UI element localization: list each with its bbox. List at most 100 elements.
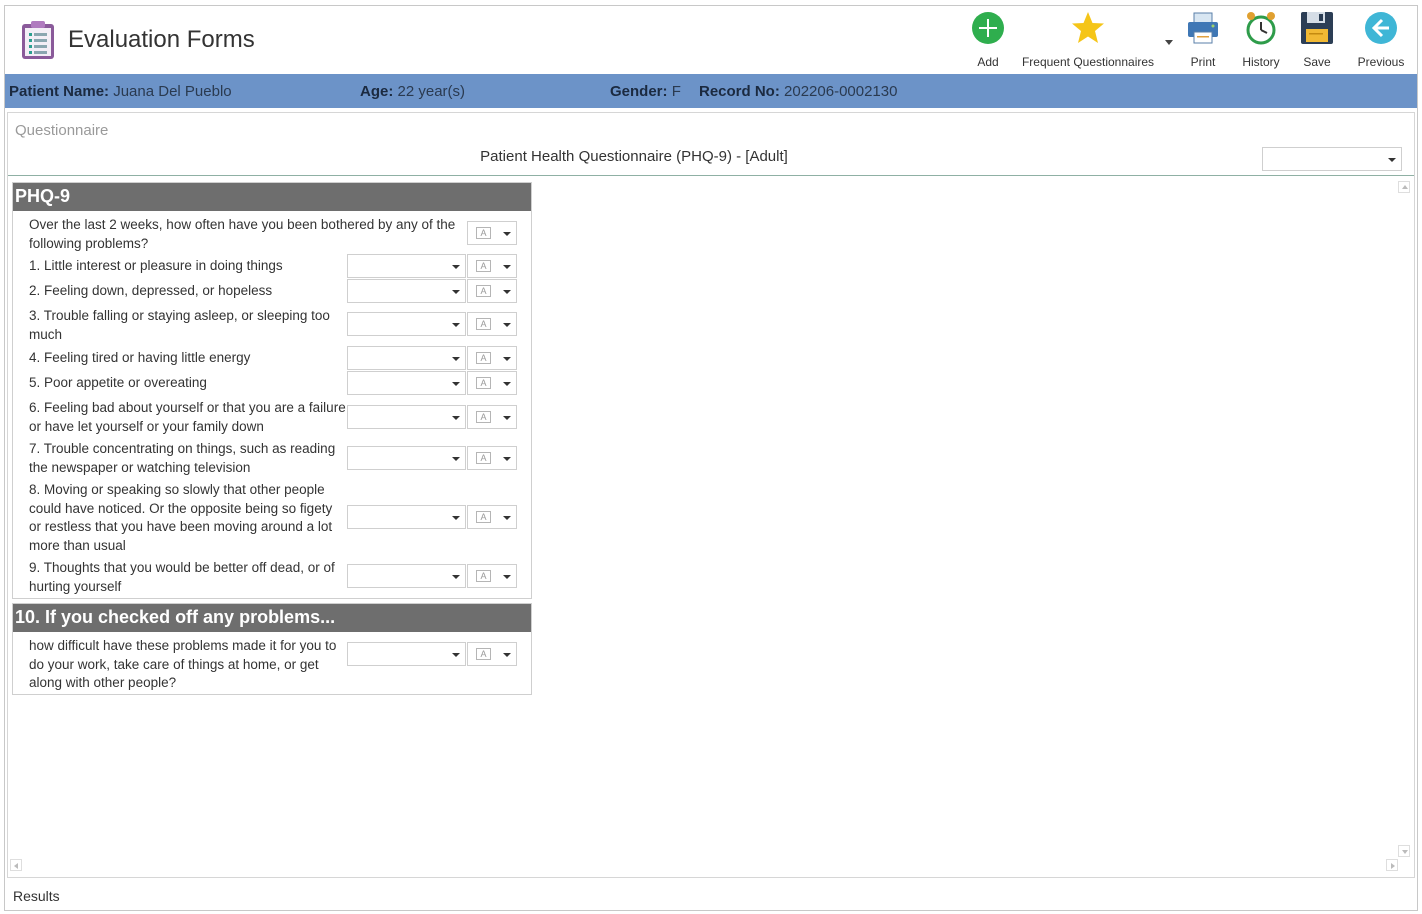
- question-text: 6. Feeling bad about yourself or that yo…: [29, 400, 346, 434]
- chevron-down-icon: [503, 653, 511, 657]
- frequent-questionnaires-button[interactable]: Frequent Questionnaires: [1017, 6, 1159, 74]
- history-button[interactable]: History: [1233, 6, 1289, 74]
- note-dropdown[interactable]: A: [467, 279, 517, 303]
- form-title: Patient Health Questionnaire (PHQ-9) - […: [480, 148, 788, 165]
- note-dropdown[interactable]: A: [467, 346, 517, 370]
- text-note-icon: A: [476, 285, 491, 297]
- note-dropdown[interactable]: A: [467, 221, 517, 245]
- chevron-down-icon: [503, 516, 511, 520]
- note-dropdown[interactable]: A: [467, 446, 517, 470]
- chevron-down-icon: [452, 516, 460, 520]
- text-note-icon: A: [476, 511, 491, 523]
- text-note-icon: A: [476, 648, 491, 660]
- scroll-left-button[interactable]: [10, 859, 22, 871]
- text-note-icon: A: [476, 377, 491, 389]
- history-label: History: [1242, 55, 1280, 69]
- note-dropdown[interactable]: A: [467, 642, 517, 666]
- chevron-down-icon: [452, 653, 460, 657]
- note-dropdown[interactable]: A: [467, 254, 517, 278]
- chevron-down-icon: [1388, 158, 1396, 162]
- patient-record-value: 202206-0002130: [784, 83, 898, 100]
- printer-icon: [1188, 12, 1218, 44]
- patient-name-field: Patient Name: Juana Del Pueblo: [9, 83, 232, 100]
- horizontal-scrollbar[interactable]: [10, 859, 1398, 873]
- scroll-right-button[interactable]: [1386, 859, 1398, 871]
- text-note-icon: A: [476, 411, 491, 423]
- add-label: Add: [977, 55, 999, 69]
- add-icon: [972, 12, 1004, 44]
- question-text: 3. Trouble falling or staying asleep, or…: [29, 308, 330, 342]
- answer-dropdown[interactable]: [347, 254, 466, 278]
- scroll-down-button[interactable]: [1398, 845, 1410, 857]
- clipboard-icon: [22, 21, 54, 59]
- answer-dropdown[interactable]: [347, 312, 466, 336]
- question-text: Over the last 2 weeks, how often have yo…: [29, 217, 456, 251]
- patient-record-label: Record No:: [699, 83, 780, 100]
- save-button[interactable]: Save: [1293, 6, 1341, 74]
- section-caption: Questionnaire: [15, 122, 109, 139]
- chevron-down-icon: [503, 357, 511, 361]
- question-text: 1. Little interest or pleasure in doing …: [29, 258, 283, 273]
- answer-dropdown[interactable]: [347, 346, 466, 370]
- patient-gender-label: Gender:: [610, 83, 668, 100]
- text-note-icon: A: [476, 352, 491, 364]
- question-text: 5. Poor appetite or overeating: [29, 375, 207, 390]
- chevron-down-icon: [452, 457, 460, 461]
- text-note-icon: A: [476, 452, 491, 464]
- patient-age-label: Age:: [360, 83, 394, 100]
- previous-button[interactable]: Previous: [1351, 6, 1411, 74]
- answer-dropdown[interactable]: [347, 564, 466, 588]
- note-dropdown[interactable]: A: [467, 405, 517, 429]
- patient-name-label: Patient Name:: [9, 83, 110, 100]
- chevron-down-icon: [503, 265, 511, 269]
- chevron-down-icon: [452, 265, 460, 269]
- chevron-down-icon: [503, 323, 511, 327]
- answer-dropdown[interactable]: [347, 371, 466, 395]
- frequent-questionnaires-label: Frequent Questionnaires: [1021, 55, 1155, 69]
- phq9-group: PHQ-9 Over the last 2 weeks, how often h…: [12, 182, 532, 599]
- answer-dropdown[interactable]: [347, 279, 466, 303]
- frequent-dropdown-chevron-down-icon[interactable]: [1165, 40, 1173, 45]
- chevron-down-icon: [452, 416, 460, 420]
- answer-dropdown[interactable]: [347, 405, 466, 429]
- app-title: Evaluation Forms: [68, 26, 255, 53]
- star-icon: [1072, 12, 1104, 43]
- text-note-icon: A: [476, 260, 491, 272]
- text-note-icon: A: [476, 227, 491, 239]
- print-button[interactable]: Print: [1177, 6, 1229, 74]
- patient-age-field: Age: 22 year(s): [360, 83, 465, 100]
- patient-info-bar: Patient Name: Juana Del Pueblo Age: 22 y…: [5, 74, 1417, 108]
- chevron-down-icon: [452, 575, 460, 579]
- chevron-down-icon: [503, 382, 511, 386]
- vertical-scrollbar[interactable]: [1398, 181, 1410, 857]
- questionnaire-select[interactable]: [1262, 147, 1402, 171]
- note-dropdown[interactable]: A: [467, 312, 517, 336]
- results-tab[interactable]: Results: [13, 888, 60, 904]
- question-text: 2. Feeling down, depressed, or hopeless: [29, 283, 273, 298]
- add-button[interactable]: Add: [958, 6, 1018, 74]
- answer-dropdown[interactable]: [347, 642, 466, 666]
- save-label: Save: [1303, 55, 1331, 69]
- group-header: PHQ-9: [13, 183, 531, 211]
- print-label: Print: [1190, 55, 1216, 69]
- arrow-left-icon: [1365, 12, 1397, 44]
- scroll-up-button[interactable]: [1398, 181, 1410, 193]
- question-text: 4. Feeling tired or having little energy: [29, 350, 251, 365]
- chevron-down-icon: [503, 416, 511, 420]
- note-dropdown[interactable]: A: [467, 564, 517, 588]
- question-text: 8. Moving or speaking so slowly that oth…: [29, 482, 333, 553]
- note-dropdown[interactable]: A: [467, 371, 517, 395]
- chevron-down-icon: [452, 357, 460, 361]
- chevron-down-icon: [452, 323, 460, 327]
- answer-dropdown[interactable]: [347, 446, 466, 470]
- chevron-down-icon: [452, 382, 460, 386]
- title-divider: [8, 175, 1414, 176]
- question-text: how difficult have these problems made i…: [29, 638, 337, 690]
- answer-dropdown[interactable]: [347, 505, 466, 529]
- chevron-down-icon: [503, 232, 511, 236]
- questionnaire-panel: Questionnaire Patient Health Questionnai…: [7, 112, 1415, 878]
- patient-name-value: Juana Del Pueblo: [113, 83, 232, 100]
- note-dropdown[interactable]: A: [467, 505, 517, 529]
- previous-label: Previous: [1357, 55, 1405, 69]
- patient-age-value: 22 year(s): [397, 83, 466, 100]
